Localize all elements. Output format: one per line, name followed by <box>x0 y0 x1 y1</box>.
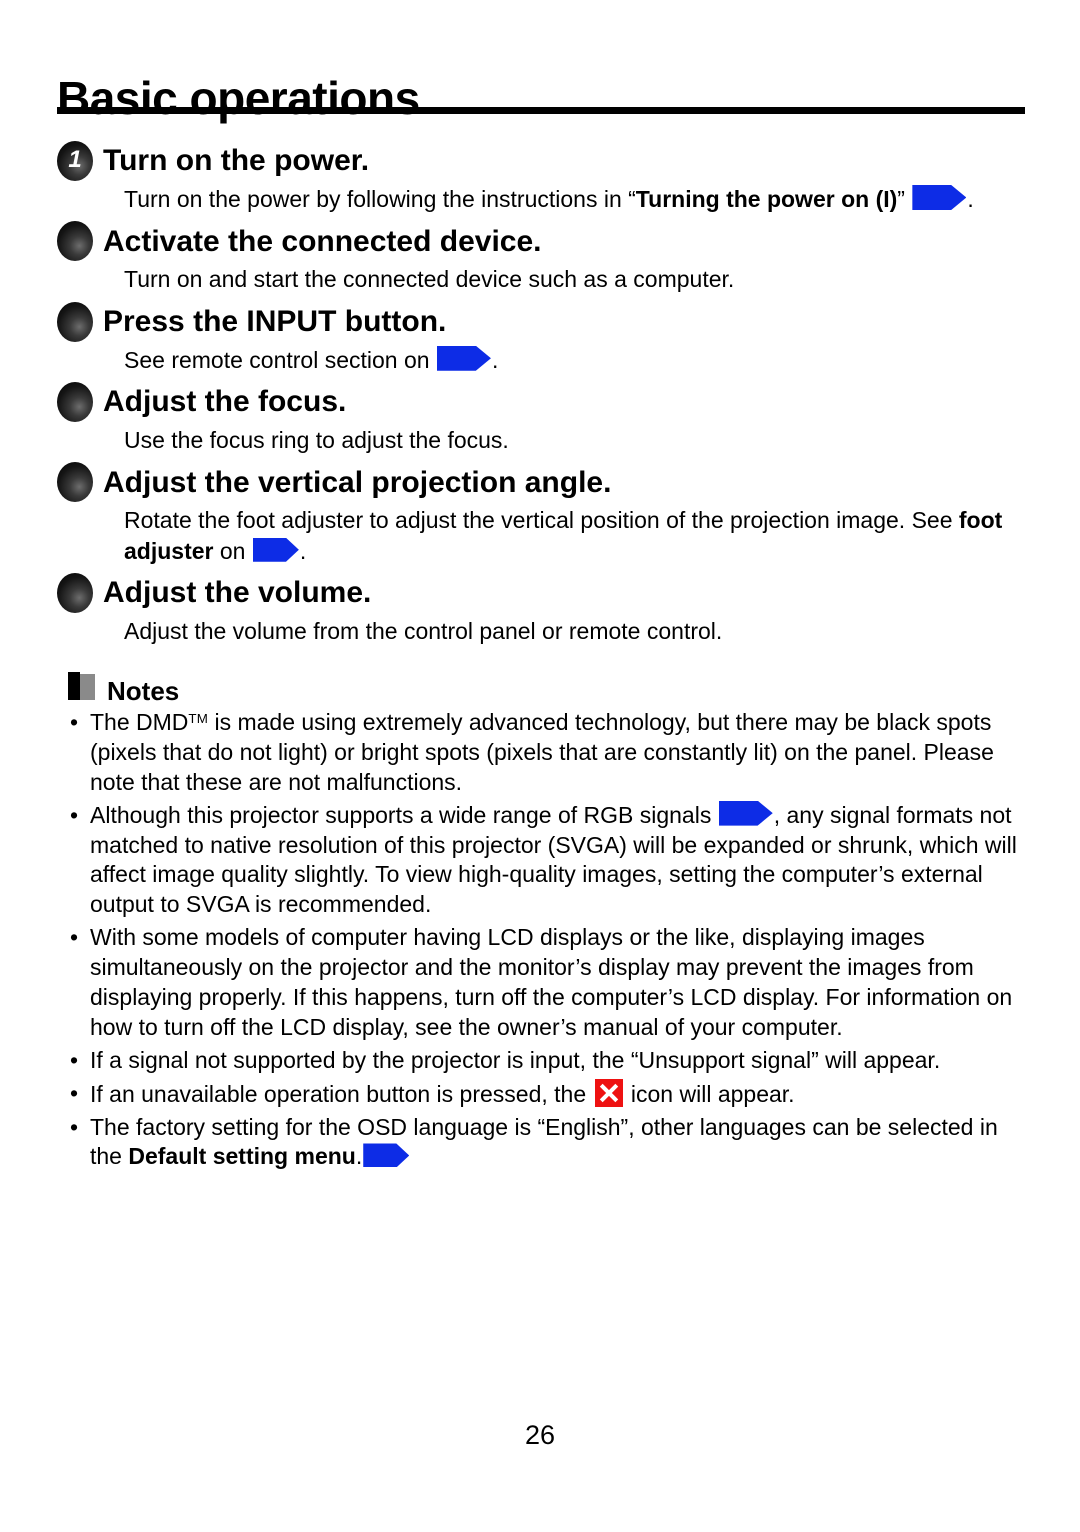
note-text: Although this projector supports a wide … <box>90 800 1028 921</box>
page-number: 26 <box>524 1420 556 1450</box>
step-body-text: Rotate the foot adjuster to adjust the v… <box>124 507 959 534</box>
page-reference-arrow-icon[interactable] <box>363 1143 410 1168</box>
step-list: 1 Turn on the power. Turn on the power b… <box>57 140 1025 653</box>
step-header: Press the INPUT button. <box>57 301 1025 343</box>
step-body-period: . <box>299 537 307 564</box>
note-text-bold-reference: Default setting menu <box>128 1143 356 1170</box>
page-reference-arrow-icon[interactable] <box>436 345 491 371</box>
step-adjust-the-focus: Adjust the focus. Use the focus ring to … <box>57 381 1025 455</box>
bullet-dot: • <box>70 1046 79 1073</box>
notes-section: Notes • The DMDTM is made using extremel… <box>68 672 1028 1175</box>
note-item-lcd-displays: • With some models of computer having LC… <box>68 923 1028 1043</box>
bullet-dot: • <box>70 924 79 951</box>
note-text: If a signal not supported by the project… <box>90 1046 941 1073</box>
note-item-dmd: • The DMDTM is made using extremely adva… <box>68 708 1028 798</box>
note-text-part-a: If an unavailable operation button is pr… <box>90 1080 593 1107</box>
step-header: 1 Turn on the power. <box>57 140 1025 182</box>
note-text-part-b: icon will appear. <box>624 1080 795 1107</box>
step-body-text-cont: on <box>213 537 252 564</box>
bullet-dot: • <box>70 1113 79 1140</box>
page-reference-arrow-icon[interactable] <box>718 800 773 826</box>
step-number-label: 1 <box>68 146 82 173</box>
step-activate-the-connected-device: Activate the connected device. Turn on a… <box>57 220 1025 294</box>
step-number-marker-1: 1 <box>57 141 93 181</box>
step-adjust-the-volume: Adjust the volume. Adjust the volume fro… <box>57 572 1025 646</box>
note-text-after-tm: is made using extremely advanced technol… <box>90 709 994 795</box>
step-header: Adjust the focus. <box>57 381 1025 423</box>
bullet-dot: • <box>70 1079 79 1106</box>
step-title: Adjust the volume. <box>103 576 372 610</box>
step-title: Turn on the power. <box>103 144 370 178</box>
notes-pages-icon <box>68 672 96 702</box>
step-bullet-marker-4 <box>57 382 93 423</box>
step-body: Adjust the volume from the control panel… <box>124 618 723 645</box>
title-divider <box>57 107 1025 114</box>
note-item-unsupport-signal: • If a signal not supported by the proje… <box>68 1046 1028 1076</box>
step-title: Press the INPUT button. <box>103 304 447 338</box>
note-text: If an unavailable operation button is pr… <box>90 1078 1028 1110</box>
step-press-the-input-button: Press the INPUT button. See remote contr… <box>57 301 1025 375</box>
step-body-text: See remote control section on <box>124 346 436 373</box>
note-text-part-c: . <box>355 1143 363 1170</box>
step-title: Adjust the focus. <box>103 385 347 419</box>
step-title: Activate the connected device. <box>103 224 542 258</box>
note-text-part-a: Although this projector supports a wide … <box>90 801 718 828</box>
step-body-period: . <box>491 346 499 373</box>
trademark-superscript: TM <box>188 711 209 727</box>
step-body-bold-reference: Turning the power on (I) <box>635 186 898 212</box>
step-body: See remote control section on . <box>124 345 1024 375</box>
manual-page: Basic operations 1 Turn on the power. Tu… <box>0 0 1080 1532</box>
step-body: Turn on and start the connected device s… <box>124 266 735 293</box>
bullet-dot: • <box>70 709 79 735</box>
note-item-rgb-signals: • Although this projector supports a wid… <box>68 800 1028 921</box>
step-body-period: . <box>967 186 974 212</box>
note-item-osd-language: • The factory setting for the OSD langua… <box>68 1113 1028 1173</box>
step-body: Rotate the foot adjuster to adjust the v… <box>124 505 1025 566</box>
page-reference-arrow-icon[interactable] <box>252 537 299 562</box>
step-turn-on-the-power: 1 Turn on the power. Turn on the power b… <box>57 140 1025 214</box>
notes-heading-label: Notes <box>107 676 180 706</box>
note-text: With some models of computer having LCD … <box>90 924 1013 1040</box>
step-bullet-marker-2 <box>57 221 93 262</box>
step-bullet-marker-3 <box>57 301 93 342</box>
bullet-dot: • <box>70 801 79 828</box>
step-body: Use the focus ring to adjust the focus. <box>124 427 509 454</box>
step-bullet-marker-6 <box>57 573 93 614</box>
step-title: Adjust the vertical projection angle. <box>103 465 612 499</box>
note-item-unavailable-button: • If an unavailable operation button is … <box>68 1078 1028 1110</box>
note-text: The DMDTM is made using extremely advanc… <box>90 708 1028 798</box>
note-text: The factory setting for the OSD language… <box>90 1113 1028 1173</box>
step-bullet-marker-5 <box>57 462 93 503</box>
note-text-before-tm: The DMD <box>90 709 189 735</box>
notes-icon-front-sheet <box>68 672 80 700</box>
step-header: Activate the connected device. <box>57 220 1025 262</box>
notes-heading-row: Notes <box>68 672 1028 706</box>
step-adjust-the-vertical-projection-angle: Adjust the vertical projection angle. Ro… <box>57 461 1025 566</box>
unavailable-operation-x-icon <box>594 1078 623 1107</box>
step-header: Adjust the volume. <box>57 572 1025 614</box>
page-reference-arrow-icon[interactable] <box>912 185 967 210</box>
step-header: Adjust the vertical projection angle. <box>57 461 1025 503</box>
step-body-text-cont: ” <box>897 186 912 212</box>
step-body: Turn on the power by following the instr… <box>124 184 1025 214</box>
step-body-text: Turn on the power by following the instr… <box>124 186 636 212</box>
